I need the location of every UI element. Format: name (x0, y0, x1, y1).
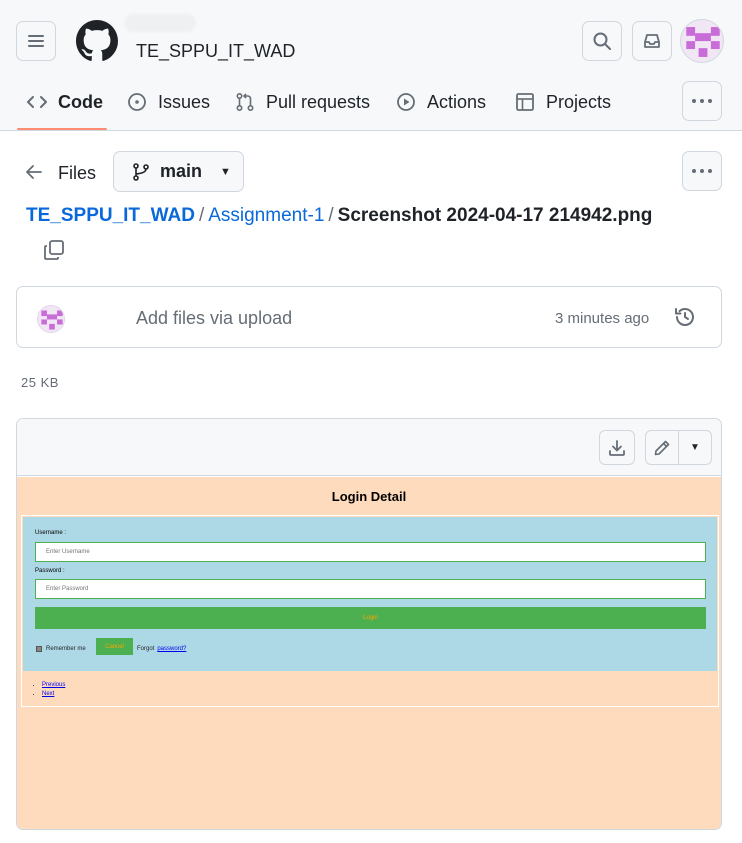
embed-remember-label: Remember me (46, 646, 86, 652)
arrow-left-icon (26, 162, 42, 185)
tab-issues[interactable]: Issues (126, 80, 210, 124)
copy-icon[interactable] (42, 238, 66, 262)
search-button[interactable] (582, 21, 622, 61)
tab-actions-label: Actions (427, 91, 487, 112)
tab-pull-requests-label: Pull requests (266, 91, 371, 112)
embed-username-label: Username : (35, 530, 67, 536)
embed-password-input: Enter Password (35, 579, 706, 599)
git-branch-icon (133, 162, 149, 181)
edit-button-group: ▼ (645, 430, 712, 465)
image-preview: Login Detail Username : Enter Username P… (17, 477, 721, 829)
embed-cancel-button: Cancel (96, 638, 133, 655)
files-back-link[interactable]: Files (26, 158, 96, 188)
caret-down-icon: ▼ (220, 165, 231, 178)
file-toolbar: ▼ (17, 419, 721, 476)
embed-next-link: Next (42, 691, 55, 697)
list-item: Next (42, 690, 65, 699)
embed-nav-links: Previous Next (34, 681, 65, 699)
hamburger-icon (28, 35, 44, 47)
inbox-button[interactable] (632, 21, 672, 61)
file-size: 25 KB (21, 375, 59, 390)
embed-username-input: Enter Username (35, 542, 706, 562)
owner-name-redacted (124, 14, 196, 32)
active-tab-indicator (17, 128, 107, 130)
user-avatar[interactable] (680, 19, 724, 63)
embed-login-button: Login (35, 607, 706, 629)
file-more-button[interactable] (682, 151, 722, 191)
embed-forgot-text: Forgot (137, 646, 155, 652)
embed-forgot: Forgot password? (137, 641, 186, 657)
tab-code[interactable]: Code (26, 80, 103, 124)
breadcrumb-separator: / (328, 205, 334, 226)
edit-button[interactable] (646, 431, 679, 464)
identicon-icon (38, 306, 64, 332)
commit-author-avatar[interactable] (37, 305, 65, 333)
code-icon (26, 91, 48, 113)
inbox-icon (644, 34, 660, 48)
branch-name: main (160, 161, 203, 181)
tab-projects[interactable]: Projects (514, 80, 611, 124)
embed-forgot-link: password? (157, 646, 187, 652)
breadcrumb-separator: / (198, 205, 205, 226)
embed-password-label: Password : (35, 568, 65, 574)
breadcrumb-folder[interactable]: Assignment-1 (208, 205, 324, 226)
github-logo-icon[interactable] (76, 20, 118, 62)
tab-code-label: Code (58, 91, 103, 112)
play-icon (395, 91, 417, 113)
commit-time: 3 minutes ago (555, 310, 650, 327)
embed-checkbox (36, 646, 42, 652)
embed-previous-link: Previous (42, 682, 66, 688)
pull-request-icon (234, 91, 256, 113)
list-item: Previous (42, 681, 65, 690)
embed-login-form: Username : Enter Username Password : Ent… (23, 517, 717, 671)
embed-remember: Remember me (36, 641, 86, 657)
breadcrumb-repo[interactable]: TE_SPPU_IT_WAD (26, 205, 195, 226)
repo-tabs: Code Issues Pull requests Actions Projec… (0, 80, 680, 130)
tab-pull-requests[interactable]: Pull requests (234, 80, 370, 124)
table-icon (514, 91, 536, 113)
caret-down-icon: ▼ (690, 442, 700, 453)
menu-button[interactable] (16, 21, 56, 61)
tab-actions[interactable]: Actions (395, 80, 486, 124)
kebab-horizontal-icon (692, 99, 712, 103)
files-label: Files (58, 162, 97, 183)
download-button[interactable] (599, 430, 635, 465)
breadcrumb: TE_SPPU_IT_WAD / Assignment-1/Screenshot 2… (26, 205, 652, 227)
breadcrumb-file: Screenshot 2024-04-17 214942.png (337, 205, 653, 226)
issue-icon (126, 91, 148, 113)
download-icon (609, 439, 625, 456)
header-more-button[interactable] (682, 81, 722, 121)
embed-container: Username : Enter Username Password : Ent… (21, 515, 719, 707)
pencil-icon (654, 440, 670, 455)
file-viewer: ▼ Login Detail Username : Enter Username… (16, 418, 722, 830)
tab-issues-label: Issues (158, 91, 211, 112)
edit-dropdown-button[interactable]: ▼ (679, 431, 711, 464)
commit-message[interactable]: Add files via upload (136, 308, 292, 329)
latest-commit: Add files via upload 3 minutes ago (16, 286, 722, 348)
branch-selector[interactable]: main ▼ (113, 151, 244, 192)
kebab-horizontal-icon (692, 169, 712, 173)
tab-projects-label: Projects (546, 91, 612, 112)
search-icon (593, 32, 611, 50)
repo-name[interactable]: TE_SPPU_IT_WAD (136, 41, 295, 62)
embed-title: Login Detail (331, 489, 407, 504)
identicon-icon (681, 20, 723, 62)
app-header: TE_SPPU_IT_WAD Code Issues Pull requests… (0, 0, 742, 131)
history-icon[interactable] (673, 305, 697, 329)
